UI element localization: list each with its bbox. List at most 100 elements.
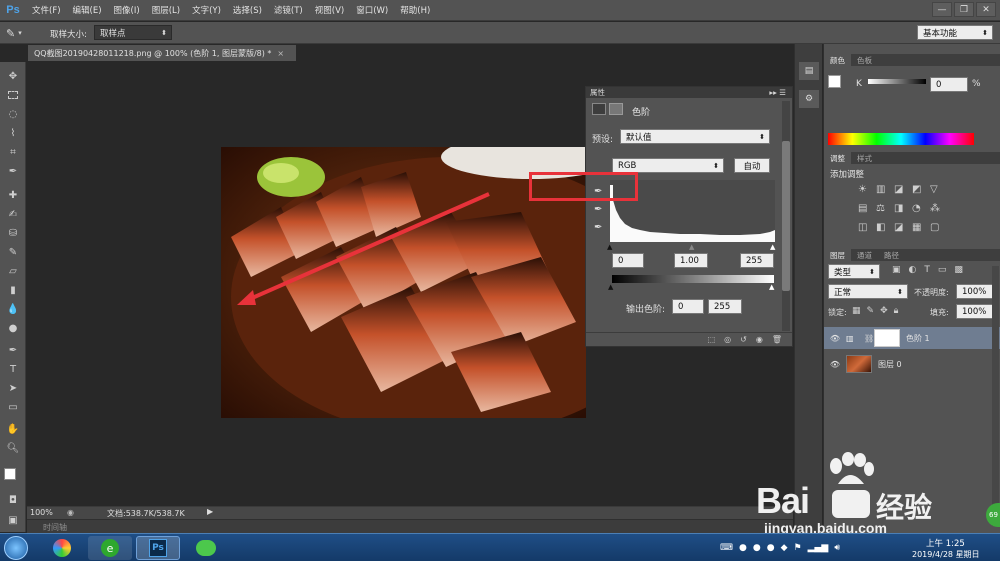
black-input-handle[interactable]: ▲ (607, 243, 612, 251)
visibility-eye-icon[interactable]: 👁︎ (824, 334, 846, 343)
taskbar-app-1[interactable] (40, 536, 84, 560)
input-white-field[interactable]: 255 (740, 253, 774, 268)
black-output-handle[interactable]: ▲ (608, 283, 613, 291)
fill-field[interactable]: 100% (956, 304, 996, 319)
tab-adjustments[interactable]: 调整 (824, 152, 851, 164)
view-previous-icon[interactable]: ◎ (724, 335, 731, 344)
foreground-color-swatch[interactable] (4, 468, 16, 480)
close-button[interactable]: ✕ (976, 2, 996, 17)
input-slider[interactable]: ▲ ▲ ▲ (607, 243, 775, 251)
type-tool-icon[interactable]: T (4, 361, 22, 377)
tab-layers[interactable]: 图层 (824, 249, 851, 261)
status-arrow-icon[interactable]: ▶ (207, 507, 213, 516)
layer-filter-select[interactable]: 类型 (828, 264, 880, 279)
dodge-tool-icon[interactable]: ● (4, 320, 22, 336)
history-brush-icon[interactable]: ✎ (4, 244, 22, 260)
k-value-field[interactable]: 0 (930, 77, 968, 92)
threshold-icon[interactable]: ◪ (894, 222, 912, 233)
keyboard-icon[interactable]: ⌨ (720, 543, 733, 553)
k-slider[interactable] (868, 79, 926, 84)
preset-select[interactable]: 默认值 (620, 129, 770, 144)
tab-swatches[interactable]: 色板 (851, 54, 878, 66)
lock-pixels-icon[interactable]: ▦ (852, 306, 861, 316)
qq-icon[interactable]: ● (753, 543, 761, 553)
delete-icon[interactable]: 🗑︎ (772, 335, 782, 344)
menu-file[interactable]: 文件(F) (26, 4, 67, 16)
link-icon[interactable]: ⛓ (864, 334, 874, 343)
close-tab-icon[interactable]: × (277, 49, 284, 58)
screen-mode-icon[interactable]: ▣ (4, 512, 22, 528)
input-gamma-field[interactable]: 1.00 (674, 253, 708, 268)
path-select-icon[interactable]: ➤ (4, 380, 22, 396)
gradient-tool-icon[interactable]: ▮ (4, 282, 22, 298)
taskbar-wechat[interactable] (184, 536, 228, 560)
clock-date[interactable]: 2019/4/28 星期日 (912, 549, 980, 560)
levels-icon[interactable] (592, 103, 606, 115)
gradient-map-icon[interactable]: ▽ (930, 184, 948, 195)
start-button[interactable] (4, 536, 28, 560)
network-icon[interactable]: ▂▄▆ (808, 543, 829, 553)
blend-mode-select[interactable]: 正常 (828, 284, 908, 299)
clone-stamp-icon[interactable]: ⛁ (4, 225, 22, 241)
white-point-eyedropper-icon[interactable]: ✒ (594, 222, 610, 238)
menu-image[interactable]: 图像(I) (108, 4, 146, 16)
tab-channels[interactable]: 通道 (851, 249, 878, 261)
taskbar-photoshop[interactable]: Ps (136, 536, 180, 560)
menu-filter[interactable]: 滤镜(T) (268, 4, 309, 16)
flag-icon[interactable]: ⚑ (794, 543, 802, 553)
opacity-field[interactable]: 100% (956, 284, 996, 299)
color-balance-icon[interactable]: ◨ (894, 203, 912, 214)
menu-help[interactable]: 帮助(H) (394, 4, 436, 16)
restore-button[interactable]: ❐ (954, 2, 974, 17)
quick-mask-icon[interactable]: ◘ (4, 492, 22, 508)
menu-select[interactable]: 选择(S) (227, 4, 268, 16)
sample-size-select[interactable]: 取样点 (94, 25, 172, 40)
menu-edit[interactable]: 编辑(E) (67, 4, 108, 16)
output-white-field[interactable]: 255 (708, 299, 742, 314)
qq-icon[interactable]: ● (767, 543, 775, 553)
workspace-select[interactable]: 基本功能 (917, 25, 993, 40)
visibility-eye-icon[interactable]: 👁︎ (824, 360, 846, 369)
layer-thumbnail[interactable] (846, 355, 872, 373)
balance-icon[interactable]: ⚖ (876, 203, 894, 214)
levels-adjust-icon[interactable]: ▥ (876, 184, 894, 195)
menu-view[interactable]: 视图(V) (309, 4, 350, 16)
shape-filter-icon[interactable]: ▭ (938, 265, 947, 275)
menu-type[interactable]: 文字(Y) (186, 4, 227, 16)
output-black-field[interactable]: 0 (672, 299, 704, 314)
clip-to-layer-icon[interactable]: ⬚ (708, 335, 716, 344)
selective-color-icon[interactable]: ▦ (912, 222, 930, 233)
smart-filter-icon[interactable]: ▩ (954, 265, 963, 275)
type-filter-icon[interactable]: T (924, 265, 930, 275)
layers-scrollbar[interactable] (992, 266, 999, 526)
exposure-icon[interactable]: ◩ (912, 184, 930, 195)
clock-time[interactable]: 上午 1:25 (926, 537, 965, 549)
posterize-icon[interactable]: ◧ (876, 222, 894, 233)
hue-icon[interactable]: ▢ (930, 222, 948, 233)
crop-tool-icon[interactable]: ⌗ (4, 144, 22, 160)
menu-window[interactable]: 窗口(W) (350, 4, 394, 16)
scrollbar-thumb[interactable] (782, 141, 790, 291)
document-tab[interactable]: QQ截图20190428011218.png @ 100% (色阶 1, 图层蒙… (28, 45, 296, 61)
invert-icon[interactable]: ◫ (858, 222, 876, 233)
white-output-handle[interactable]: ▲ (769, 283, 774, 291)
panel-menu-icon[interactable]: ▸▸ ☰ (769, 88, 786, 97)
quick-select-tool-icon[interactable]: ⌇ (4, 125, 22, 141)
marquee-tool-icon[interactable] (4, 87, 22, 103)
visibility-icon[interactable]: ◉ (756, 335, 763, 344)
brightness-icon[interactable]: ☀ (858, 184, 876, 195)
gamma-input-handle[interactable]: ▲ (689, 243, 694, 251)
vibrance-icon[interactable]: ▤ (858, 203, 876, 214)
properties-scrollbar[interactable] (782, 101, 790, 331)
layer-row-levels[interactable]: 👁︎ ▥ ⛓ 色阶 1 (824, 327, 1000, 349)
layer-name[interactable]: 色阶 1 (906, 333, 930, 344)
lasso-tool-icon[interactable]: ◌ (4, 106, 22, 122)
lock-all-icon[interactable]: 🔒︎ (894, 306, 899, 316)
rectangle-tool-icon[interactable]: ▭ (4, 399, 22, 415)
layer-row-image[interactable]: 👁︎ 图层 0 (824, 353, 1000, 375)
photo-filter-icon[interactable]: ◔ (912, 203, 930, 214)
security-icon[interactable]: ◆ (781, 543, 788, 553)
channel-select[interactable]: RGB (612, 158, 724, 173)
blur-tool-icon[interactable]: 💧 (4, 301, 22, 317)
history-panel-icon[interactable]: ▤ (799, 62, 819, 80)
